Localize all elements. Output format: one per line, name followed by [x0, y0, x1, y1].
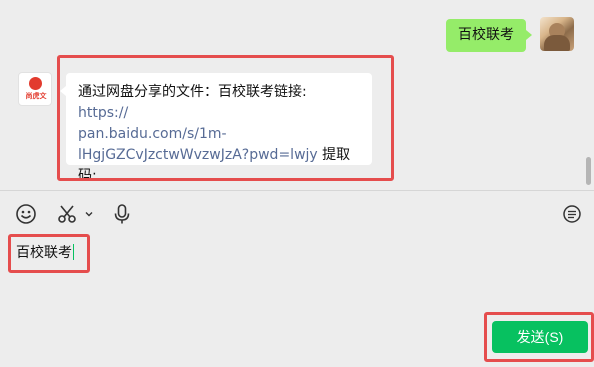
self-avatar[interactable]	[540, 17, 574, 51]
emoji-icon[interactable]	[14, 202, 38, 226]
chat-history-icon[interactable]	[560, 202, 584, 226]
message-area[interactable]: 百校联考 尚虎文 通过网盘分享的文件：百校联考链接: https://pan.b…	[0, 0, 594, 205]
scissors-icon[interactable]	[55, 202, 79, 226]
outgoing-message-bubble[interactable]: 百校联考	[446, 19, 532, 52]
logo-icon	[29, 77, 42, 90]
chevron-down-icon[interactable]	[83, 202, 95, 226]
text-caret	[73, 244, 74, 260]
message-prefix: 通过网盘分享的文件：百校联考链接:	[78, 84, 307, 100]
contact-avatar[interactable]: 尚虎文	[18, 72, 52, 106]
avatar-logo-text: 尚虎文	[25, 92, 47, 100]
microphone-icon[interactable]	[111, 202, 133, 226]
send-button[interactable]: 发送(S)	[492, 321, 588, 353]
avatar-figure-body	[544, 35, 570, 51]
message-input[interactable]: 百校联考	[16, 244, 74, 262]
share-link[interactable]: https://pan.baidu.com/s/1m-lHgjGZCvJzctw…	[78, 105, 318, 163]
scrollbar-thumb[interactable]	[586, 157, 591, 185]
incoming-message-bubble[interactable]: 通过网盘分享的文件：百校联考链接: https://pan.baidu.com/…	[60, 73, 372, 205]
